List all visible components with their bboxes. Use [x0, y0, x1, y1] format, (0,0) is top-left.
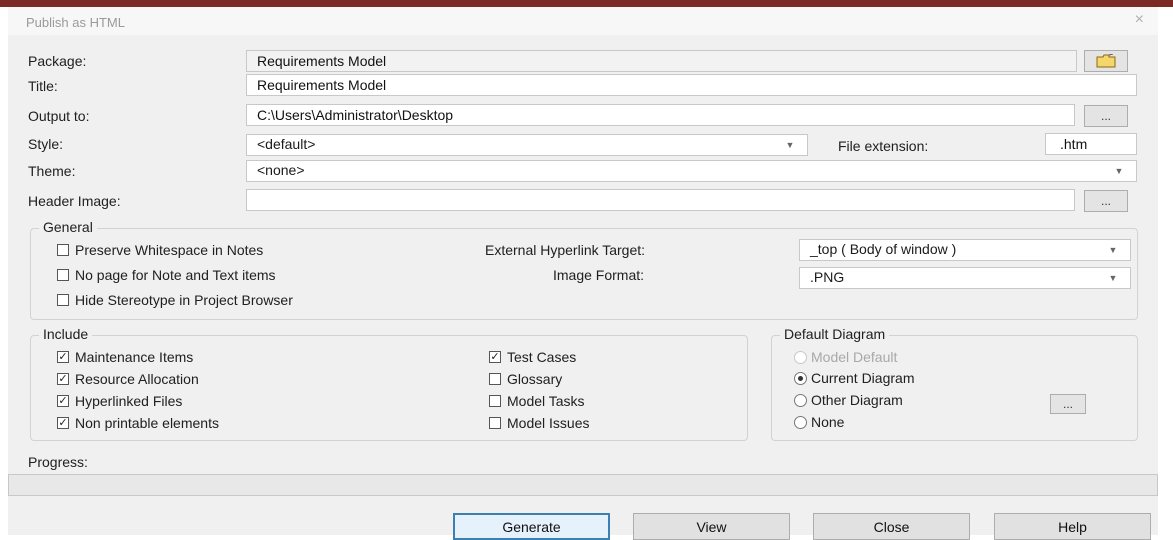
output-label: Output to:	[28, 108, 90, 124]
external-hyperlink-target-value: _top ( Body of window )	[810, 241, 957, 257]
checkbox-box: ✓	[57, 417, 69, 429]
theme-label: Theme:	[28, 163, 76, 179]
radio-none[interactable]: None	[794, 414, 844, 430]
test-cases-checkbox[interactable]: ✓ Test Cases	[489, 349, 576, 365]
radio-label: Other Diagram	[811, 392, 903, 408]
external-hyperlink-target-label: External Hyperlink Target:	[485, 242, 646, 258]
checkbox-label: Preserve Whitespace in Notes	[75, 242, 264, 258]
file-extension-field[interactable]: .htm	[1045, 133, 1137, 155]
close-button[interactable]: Close	[813, 513, 970, 540]
style-label: Style:	[28, 136, 64, 152]
close-icon[interactable]: ×	[1135, 11, 1144, 29]
style-dropdown[interactable]: <default> ▼	[246, 134, 808, 156]
chevron-down-icon: ▼	[1114, 166, 1124, 176]
checkbox-label: Non printable elements	[75, 415, 219, 431]
dialog-titlebar: Publish as HTML ×	[8, 7, 1158, 35]
theme-value: <none>	[257, 162, 305, 178]
checkbox-box	[57, 269, 69, 281]
progress-label: Progress:	[28, 454, 88, 470]
checkbox-label: Resource Allocation	[75, 371, 199, 387]
model-issues-checkbox[interactable]: Model Issues	[489, 415, 589, 431]
non-printable-elements-checkbox[interactable]: ✓ Non printable elements	[57, 415, 219, 431]
checkbox-box	[489, 373, 501, 385]
window-top-strip	[0, 0, 1173, 7]
checkbox-label: Hide Stereotype in Project Browser	[75, 292, 293, 308]
include-group-title: Include	[39, 326, 93, 342]
image-format-label: Image Format:	[553, 267, 645, 283]
output-browse-button[interactable]: ...	[1084, 105, 1128, 127]
radio-other-diagram[interactable]: Other Diagram	[794, 392, 903, 408]
no-page-note-checkbox[interactable]: No page for Note and Text items	[57, 267, 276, 283]
package-field: Requirements Model	[246, 50, 1077, 72]
checkbox-box: ✓	[57, 373, 69, 385]
view-button[interactable]: View	[633, 513, 790, 540]
hide-stereotype-checkbox[interactable]: Hide Stereotype in Project Browser	[57, 292, 293, 308]
chevron-down-icon: ▼	[1108, 245, 1118, 255]
chevron-down-icon: ▼	[785, 140, 795, 150]
theme-dropdown[interactable]: <none> ▼	[246, 160, 1137, 182]
other-diagram-browse-button[interactable]: ...	[1050, 394, 1086, 414]
checkbox-box	[489, 417, 501, 429]
checkbox-label: No page for Note and Text items	[75, 267, 276, 283]
image-format-dropdown[interactable]: .PNG ▼	[799, 267, 1131, 289]
checkbox-label: Hyperlinked Files	[75, 393, 183, 409]
general-group-title: General	[39, 219, 97, 235]
publish-html-dialog: Publish as HTML × Package: Requirements …	[8, 7, 1158, 540]
output-path-field[interactable]: C:\Users\Administrator\Desktop	[246, 104, 1075, 126]
checkbox-label: Test Cases	[507, 349, 577, 365]
package-browse-button[interactable]	[1084, 50, 1128, 72]
radio-dot	[794, 350, 807, 364]
checkbox-label: Maintenance Items	[75, 349, 194, 365]
radio-label: Model Default	[811, 349, 898, 365]
title-field[interactable]: Requirements Model	[246, 74, 1137, 96]
progress-bar	[8, 474, 1158, 496]
title-label: Title:	[28, 78, 58, 94]
checkbox-box: ✓	[57, 351, 69, 363]
hyperlinked-files-checkbox[interactable]: ✓ Hyperlinked Files	[57, 393, 182, 409]
generate-button[interactable]: Generate	[453, 513, 610, 540]
package-label: Package:	[28, 53, 87, 69]
checkbox-box: ✓	[57, 395, 69, 407]
image-format-value: .PNG	[810, 269, 845, 285]
model-tasks-checkbox[interactable]: Model Tasks	[489, 393, 585, 409]
maintenance-items-checkbox[interactable]: ✓ Maintenance Items	[57, 349, 193, 365]
checkbox-box: ✓	[489, 351, 501, 363]
checkbox-box	[57, 244, 69, 256]
radio-dot	[794, 393, 807, 407]
glossary-checkbox[interactable]: Glossary	[489, 371, 562, 387]
default-diagram-group: Default Diagram Model Default Current Di…	[771, 326, 1138, 441]
checkbox-label: Glossary	[507, 371, 563, 387]
folder-icon	[1096, 54, 1116, 68]
general-group: General Preserve Whitespace in Notes No …	[30, 219, 1138, 320]
header-image-browse-button[interactable]: ...	[1084, 190, 1128, 212]
radio-label: Current Diagram	[811, 370, 915, 386]
help-button[interactable]: Help	[994, 513, 1151, 540]
dialog-title: Publish as HTML	[26, 15, 125, 30]
checkbox-label: Model Tasks	[507, 393, 585, 409]
header-image-label: Header Image:	[28, 193, 121, 209]
radio-dot	[794, 371, 807, 385]
radio-model-default[interactable]: Model Default	[794, 349, 897, 365]
checkbox-label: Model Issues	[507, 415, 590, 431]
file-extension-label: File extension:	[838, 138, 929, 154]
external-hyperlink-target-dropdown[interactable]: _top ( Body of window ) ▼	[799, 239, 1131, 261]
chevron-down-icon: ▼	[1108, 273, 1118, 283]
checkbox-box	[489, 395, 501, 407]
include-group: Include ✓ Maintenance Items ✓ Resource A…	[30, 326, 748, 441]
style-value: <default>	[257, 136, 316, 152]
resource-allocation-checkbox[interactable]: ✓ Resource Allocation	[57, 371, 199, 387]
default-diagram-group-title: Default Diagram	[780, 326, 890, 342]
radio-dot	[794, 415, 807, 429]
preserve-whitespace-checkbox[interactable]: Preserve Whitespace in Notes	[57, 242, 263, 258]
radio-label: None	[811, 414, 845, 430]
checkbox-box	[57, 294, 69, 306]
radio-current-diagram[interactable]: Current Diagram	[794, 370, 914, 386]
header-image-field[interactable]	[246, 189, 1075, 211]
